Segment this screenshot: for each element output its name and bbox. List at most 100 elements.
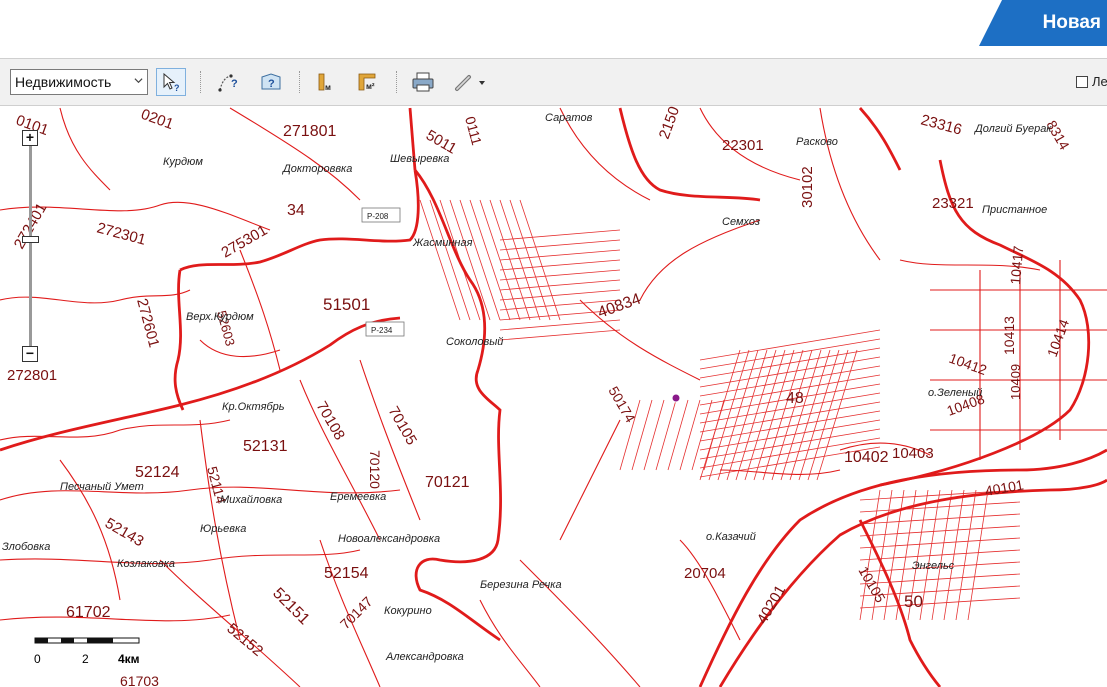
identify-area-button[interactable]: ?: [256, 68, 286, 96]
place-label: Юрьевка: [200, 523, 246, 535]
new-tab-label: Новая: [1042, 12, 1101, 33]
parcel-label: 51501: [323, 295, 370, 314]
measure-area-button[interactable]: м²: [352, 68, 382, 96]
parcel-label: 52124: [135, 464, 180, 481]
parcel-label: 61702: [66, 604, 111, 621]
parcel-label: 20704: [684, 565, 726, 582]
parcel-label: 70147: [337, 593, 376, 632]
cursor-question-icon: ?: [163, 72, 180, 93]
road-label-r208: Р-208: [367, 212, 389, 221]
parcel-label: 0111: [462, 115, 485, 147]
place-label: о.Казачий: [706, 531, 756, 543]
parcel-label: 0201: [139, 106, 176, 133]
place-label: Александровка: [385, 651, 464, 663]
parcel-label: 271801: [283, 123, 336, 140]
identify-line-button[interactable]: ?: [214, 68, 244, 96]
parcel-label: 48: [786, 390, 804, 407]
parcel-label: 70121: [425, 474, 470, 491]
place-label: Верх.Курдюм: [186, 311, 254, 323]
map-toolbar: Недвижимость ? ? ? м м² Ле: [0, 58, 1107, 106]
identify-pointer-button[interactable]: ?: [156, 68, 186, 96]
scale-label-0: 0: [34, 652, 41, 666]
place-label: Козлаковка: [117, 558, 175, 570]
parcel-labels: 2718015011223012150233168314275301342724…: [7, 106, 1073, 687]
place-label: Энгельс: [912, 560, 955, 572]
place-label: Семхоз: [722, 216, 760, 228]
parcel-label: 34: [287, 202, 305, 219]
svg-text:?: ?: [231, 78, 238, 90]
measure-length-button[interactable]: м: [310, 68, 340, 96]
parcel-label: 10417: [1007, 245, 1026, 285]
place-label: Жасминная: [412, 237, 473, 249]
zoom-slider-handle[interactable]: [22, 236, 39, 243]
place-label: Доктороввка: [281, 163, 352, 175]
parcel-label: 50: [904, 592, 923, 611]
new-tab[interactable]: Новая: [979, 0, 1107, 46]
layer-checkbox-label: Ле: [1092, 74, 1107, 89]
map-canvas[interactable]: Р-208 Р-234 271801 5011 223012150 23316 8314…: [0, 106, 1107, 687]
road-label-r234: Р-234: [371, 326, 393, 335]
place-label: Михайловка: [220, 494, 282, 506]
zoom-rail[interactable]: [29, 146, 32, 346]
zoom-control: + −: [22, 130, 40, 362]
parcel-label: 10409: [1008, 364, 1023, 400]
layer-checkbox[interactable]: [1076, 76, 1088, 88]
print-button[interactable]: [408, 68, 438, 96]
layer-select-value: Недвижимость: [15, 74, 112, 90]
place-label: Злобовка: [2, 541, 50, 553]
place-labels: Курдюм Доктороввка Шевыревка Саратов Расково…: [2, 112, 1052, 663]
parcel-label: 10402: [844, 449, 889, 466]
place-label: Березина Речка: [480, 579, 562, 591]
parcel-label: 10413: [1001, 316, 1017, 355]
parcel-label: 52151: [269, 585, 313, 629]
parcel-label: 2150: [656, 106, 683, 141]
place-label: Саратов: [545, 112, 593, 124]
parcel-label: 272601: [133, 297, 162, 350]
parcel-label: 70120: [367, 450, 383, 489]
parcel-label: 52131: [243, 438, 288, 455]
zoom-in-button[interactable]: +: [22, 130, 38, 146]
link-icon: [455, 75, 485, 91]
ruler-length-icon: м: [318, 73, 331, 92]
link-dropdown-button[interactable]: [450, 68, 492, 96]
area-question-icon: ?: [261, 73, 281, 90]
layer-select[interactable]: Недвижимость: [10, 69, 148, 95]
ruler-area-icon: м²: [358, 73, 376, 91]
parcel-label: 52143: [102, 515, 147, 551]
scale-bar: 0 2 4км: [34, 634, 144, 674]
parcel-label: 40101: [984, 476, 1025, 499]
place-label: Песчаный Умет: [60, 481, 144, 493]
parcel-label: 272301: [95, 219, 148, 248]
parcel-label: 40201: [754, 582, 790, 627]
place-label: о.Зеленый: [928, 387, 982, 399]
svg-text:м: м: [325, 83, 331, 92]
road-shield-labels: Р-208 Р-234: [367, 212, 393, 335]
place-label: Расково: [796, 136, 838, 148]
cadastral-map[interactable]: Р-208 Р-234 271801 5011 22301 2150 23316 8314…: [0, 106, 1107, 687]
parcel-label: 275301: [219, 222, 271, 262]
zoom-out-button[interactable]: −: [22, 346, 38, 362]
parcel-label: 23316: [919, 111, 964, 138]
scale-label-2: 2: [82, 652, 89, 666]
parcel-label: 22301: [722, 137, 764, 154]
parcel-label: 70108: [313, 399, 349, 444]
svg-text:м²: м²: [366, 82, 375, 91]
place-label: Кокурино: [384, 605, 432, 617]
parcel-label: 10412: [947, 350, 989, 378]
parcel-label: 52154: [324, 565, 369, 582]
chevron-down-icon: [134, 78, 143, 84]
svg-text:?: ?: [268, 78, 275, 90]
parcel-label: 40834: [596, 291, 644, 322]
curve-question-icon: ?: [218, 74, 238, 92]
parcel-label: 23321: [932, 195, 974, 212]
place-label: Еремеевка: [330, 491, 386, 503]
place-label: Соколовый: [446, 336, 503, 348]
parcel-label: 50174: [605, 384, 638, 426]
place-label: Кр.Октябрь: [222, 401, 285, 413]
place-label: Пристанное: [982, 204, 1047, 216]
printer-icon: [412, 72, 434, 92]
place-label: Долгий Буерак: [973, 123, 1052, 135]
parcel-label: 52152: [223, 620, 266, 660]
scale-label-4km: 4км: [118, 652, 140, 666]
parcel-label: 10414: [1044, 317, 1072, 359]
